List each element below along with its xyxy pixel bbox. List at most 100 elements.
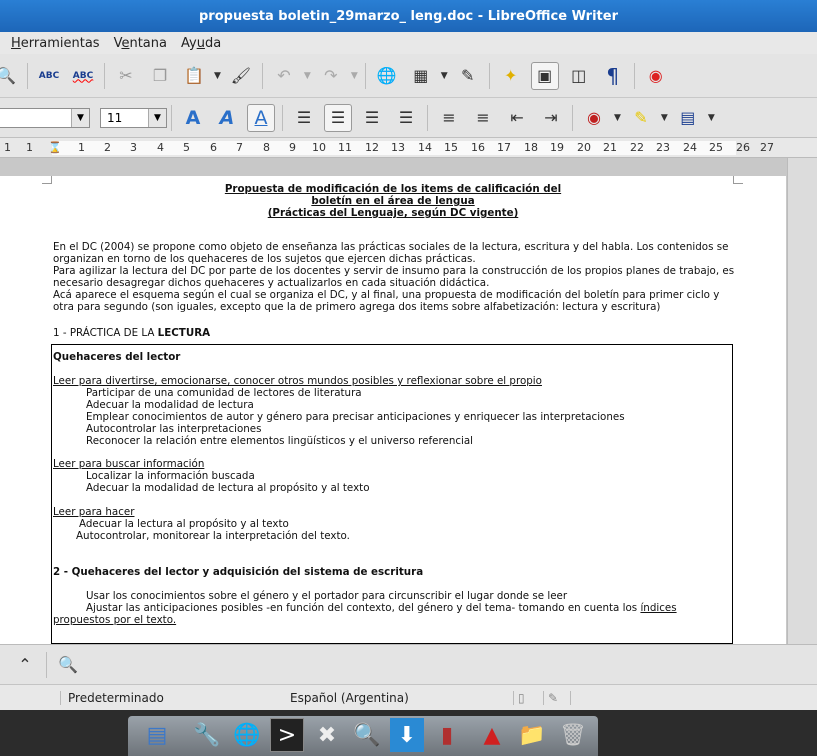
undo-dropdown-icon[interactable]: ▼ [304, 71, 311, 81]
autospellcheck-button[interactable]: ABC [69, 62, 97, 90]
ruler-tick: 1 [26, 141, 33, 154]
vertical-scrollbar[interactable] [787, 158, 817, 644]
doc-paragraph: Acá aparece el esquema según el cual se … [53, 289, 720, 301]
folder-icon[interactable]: 📁 [515, 718, 549, 752]
gallery-icon[interactable]: ▣ [530, 61, 559, 90]
align-right-icon[interactable]: ☰ [358, 104, 386, 132]
ruler-indent-marker[interactable]: ⌛ [48, 141, 62, 154]
list-item: Autocontrolar, monitorear la interpretac… [76, 530, 350, 542]
doc-paragraph: Para agilizar la lectura del DC por part… [53, 265, 735, 277]
terminal-icon[interactable]: > [270, 718, 304, 752]
document-modified-icon[interactable]: ✎ [548, 691, 558, 705]
menu-herramientas[interactable]: Herramientas [11, 36, 100, 51]
draw-functions-icon[interactable]: ✎ [454, 62, 482, 90]
navigation-up-icon[interactable]: ⌃ [11, 651, 39, 679]
toolbar-separator [282, 104, 283, 131]
table-icon[interactable]: ▦ [407, 62, 435, 90]
find-replace-icon[interactable]: 🔍 [54, 651, 82, 679]
section-1-bold: LECTURA [157, 327, 211, 339]
document-page[interactable]: Propuesta de modificación de los items d… [0, 176, 786, 644]
ruler-tick: 1 [78, 141, 85, 154]
list-item-underlined: índices [640, 602, 677, 614]
page-corner-mark [733, 176, 743, 184]
font-color-dropdown-icon[interactable]: ▼ [614, 113, 621, 123]
list-item: Reconocer la relación entre elementos li… [86, 435, 474, 447]
section-1-heading: 1 - PRÁCTICA DE LA LECTURA [53, 327, 210, 339]
status-divider [513, 691, 514, 705]
status-divider [60, 691, 61, 705]
list-item-continuation: propuestos por el texto. [53, 614, 177, 626]
paste-dropdown-icon[interactable]: ▼ [214, 71, 221, 81]
library-books-icon[interactable]: ▮ [430, 718, 464, 752]
italic-icon[interactable]: A [213, 104, 241, 132]
list-item: Localizar la información buscada [86, 470, 255, 482]
document-workspace: Propuesta de modificación de los items d… [0, 158, 787, 644]
menu-ayuda[interactable]: Ayuda [181, 36, 221, 51]
settings-tools-icon[interactable]: ✖ [310, 718, 344, 752]
desktop-icon[interactable]: ▤ [140, 718, 174, 752]
menu-herramientas-mnemonic: H [11, 35, 21, 51]
print-preview-icon[interactable]: 🔍 [0, 62, 20, 90]
page-style-status[interactable]: Predeterminado [68, 691, 164, 705]
download-icon[interactable]: ⬇ [390, 718, 424, 752]
selection-mode-icon[interactable]: ▯ [518, 691, 525, 705]
trash-icon[interactable]: 🗑 [556, 718, 590, 752]
hyperlink-icon[interactable]: 🌐 [373, 62, 401, 90]
undo-icon[interactable]: ↶ [270, 62, 298, 90]
screwdriver-icon[interactable]: 🔧 [190, 718, 224, 752]
background-color-dropdown-icon[interactable]: ▼ [708, 113, 715, 123]
redo-icon[interactable]: ↷ [317, 62, 345, 90]
numbering-icon[interactable]: ≡ [435, 104, 463, 132]
chevron-down-icon[interactable]: ▼ [71, 108, 89, 127]
increase-indent-icon[interactable]: ⇥ [537, 104, 565, 132]
cut-icon[interactable]: ✂ [112, 62, 140, 90]
toolbar-separator [46, 651, 47, 678]
language-status[interactable]: Español (Argentina) [290, 691, 409, 705]
web-browser-icon[interactable]: 🌐 [230, 718, 264, 752]
bullets-icon[interactable]: ≡ [469, 104, 497, 132]
copy-icon[interactable]: ❐ [146, 62, 174, 90]
search-icon[interactable]: 🔍 [350, 718, 384, 752]
font-color-icon[interactable]: ◉ [580, 104, 608, 132]
underline-icon[interactable]: A [247, 103, 275, 132]
red-triangle-app-icon[interactable]: ▲ [475, 718, 509, 752]
paste-icon[interactable]: 📋 [180, 62, 208, 90]
align-left-icon[interactable]: ☰ [290, 104, 318, 132]
decrease-indent-icon[interactable]: ⇤ [503, 104, 531, 132]
doc-title-line-3: (Prácticas del Lenguaje, según DC vigent… [267, 207, 519, 219]
toolbar-separator [364, 62, 366, 89]
navigator-icon[interactable]: ✦ [497, 62, 525, 90]
font-size-combobox[interactable]: 11 ▼ [100, 107, 167, 128]
ruler-tick: 18 [524, 141, 538, 154]
doc-title-line-1: Propuesta de modificación de los items d… [224, 183, 562, 195]
bold-icon[interactable]: A [179, 104, 207, 132]
ruler-tick: 17 [497, 141, 511, 154]
spellcheck-button[interactable]: ABC [35, 62, 63, 90]
highlighting-dropdown-icon[interactable]: ▼ [661, 113, 668, 123]
redo-dropdown-icon[interactable]: ▼ [351, 71, 358, 81]
group-1-heading: Leer para divertirse, emocionarse, conoc… [53, 375, 542, 387]
formatting-toolbar: ▼ 11 ▼ A A A ☰ ☰ ☰ ☰ ≡ ≡ ⇤ ⇥ ◉ ▼ ✎ ▼ ▤ ▼ [0, 98, 817, 138]
ruler-tick: 21 [603, 141, 617, 154]
data-sources-icon[interactable]: ◫ [565, 62, 593, 90]
table-dropdown-icon[interactable]: ▼ [441, 71, 448, 81]
list-item: Adecuar la lectura al propósito y al tex… [79, 518, 289, 530]
window-titlebar: propuesta boletin_29marzo_ leng.doc - Li… [0, 0, 817, 32]
justify-icon[interactable]: ☰ [392, 104, 420, 132]
highlighting-icon[interactable]: ✎ [627, 104, 655, 132]
horizontal-ruler[interactable]: 1 1 ⌛ 1 2 3 4 5 6 7 8 9 10 11 12 13 14 1… [0, 138, 817, 158]
formatting-marks-button[interactable]: ¶ [599, 62, 627, 90]
doc-paragraph: necesario desagregar dichos quehaceres y… [53, 277, 490, 289]
background-color-icon[interactable]: ▤ [674, 104, 702, 132]
status-divider [543, 691, 544, 705]
align-center-icon[interactable]: ☰ [324, 103, 352, 132]
menu-ventana[interactable]: Ventana [114, 36, 167, 51]
chevron-down-icon[interactable]: ▼ [148, 108, 166, 127]
clone-formatting-icon[interactable]: 🖌 [227, 62, 255, 90]
font-name-combobox[interactable]: ▼ [0, 107, 90, 128]
list-item: Usar los conocimientos sobre el género y… [86, 590, 568, 602]
ruler-tick: 10 [312, 141, 326, 154]
section-2-heading: 2 - Quehaceres del lector y adquisición … [53, 566, 424, 578]
toolbar-separator [572, 104, 573, 131]
help-lifebuoy-icon[interactable]: ◉ [642, 62, 670, 90]
